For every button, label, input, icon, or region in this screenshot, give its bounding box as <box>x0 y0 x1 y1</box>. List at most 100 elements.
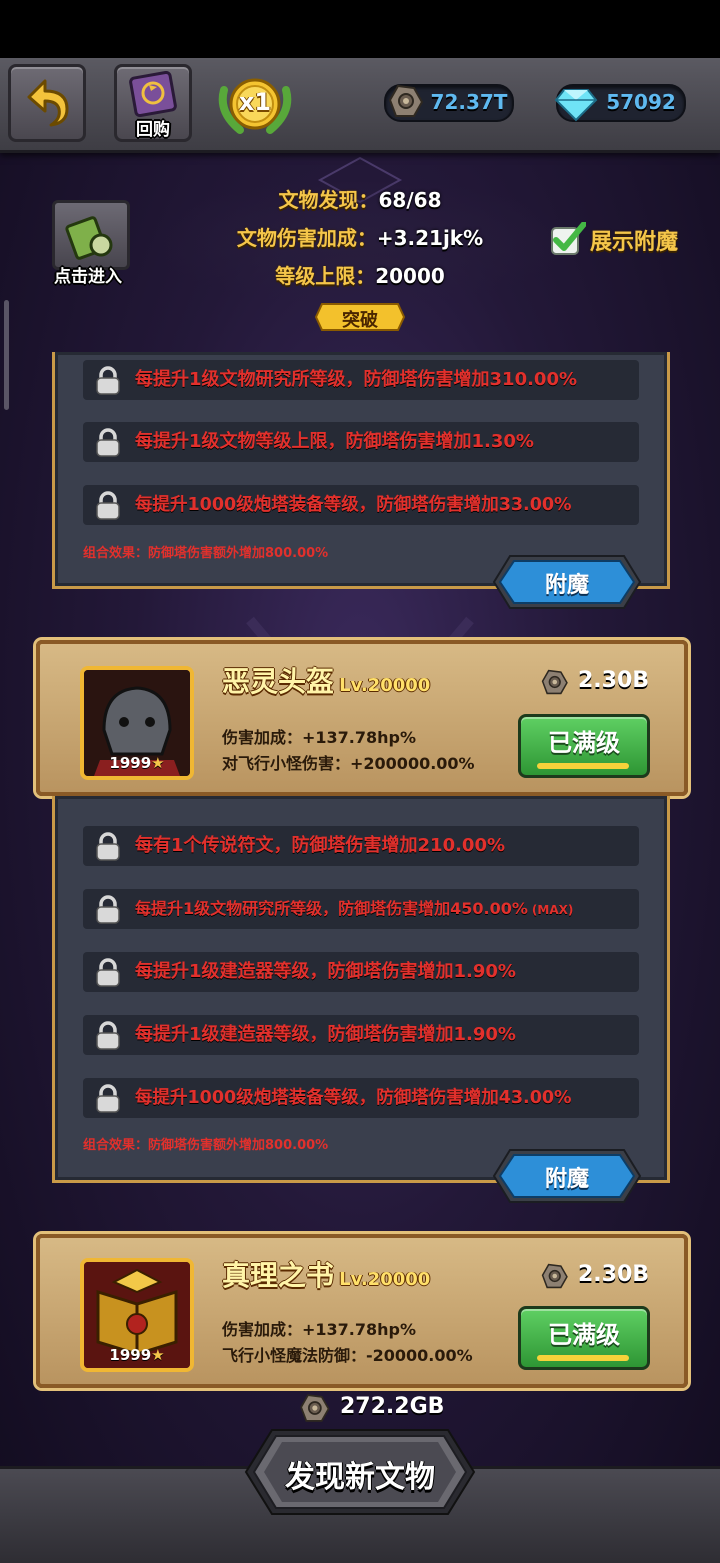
diamond-icon <box>554 89 598 122</box>
lock-icon <box>96 832 120 861</box>
combo-effect: 组合效果：防御塔伤害额外增加800.00% <box>83 546 329 561</box>
bonus-text: 每有1个传说符文，防御塔伤害增加210.00% <box>135 835 506 856</box>
ore-stone-icon <box>300 1394 330 1422</box>
codex-label: 点击进入 <box>54 267 122 287</box>
checkmark-icon <box>551 222 586 255</box>
book-recycle-icon <box>129 71 177 117</box>
damage-value: +3.21jk% <box>376 226 484 250</box>
enchant-button[interactable]: 附魔 <box>492 554 642 610</box>
buyback-label: 回购 <box>136 120 170 140</box>
discover-cost-value: 272.2GB <box>340 1394 445 1419</box>
relic-card-helmet: 1999★ 恶灵头盔 Lv.20000 2.30B 伤害加成：+137.78hp… <box>36 640 688 796</box>
speed-label: x1 <box>238 88 272 116</box>
bonus-text: 每提升1级文物研究所等级，防御塔伤害增加450.00% <box>135 899 528 918</box>
max-level-button[interactable]: 已满级 <box>518 714 650 778</box>
found-label: 文物发现： <box>278 188 379 212</box>
star-count: 1999★ <box>84 754 190 772</box>
star-icon: ★ <box>151 754 165 772</box>
top-bar: 回购 x1 72.37T 57092 <box>0 58 720 153</box>
stone-amount: 72.37T <box>430 90 508 114</box>
ore-stone-icon <box>388 84 424 117</box>
relic-stat-1: 伤害加成：+137.78hp% <box>222 1320 417 1339</box>
speed-button[interactable]: x1 <box>214 72 296 136</box>
max-level-label: 已满级 <box>548 1321 620 1349</box>
bonus-text: 每提升1级文物等级上限，防御塔伤害增加1.30% <box>135 431 534 452</box>
relic-cost: 2.30B <box>578 1262 650 1287</box>
relic-icon-frame: 1999★ <box>80 1258 194 1372</box>
lock-icon <box>96 428 120 457</box>
enchant-button[interactable]: 附魔 <box>492 1148 642 1204</box>
relic-stat-2: 飞行小怪魔法防御：-20000.00% <box>222 1346 473 1365</box>
level-cap-line: 等级上限：20000 <box>200 260 520 289</box>
level-cap-value: 20000 <box>375 264 445 288</box>
bonus-row: 每提升1000级炮塔装备等级，防御塔伤害增加33.00% <box>83 485 639 525</box>
max-level-label: 已满级 <box>548 729 620 757</box>
bonus-text: 每提升1级建造器等级，防御塔伤害增加1.90% <box>135 961 516 982</box>
buyback-button[interactable]: 回购 <box>114 64 192 142</box>
ore-stone-icon <box>541 1263 568 1289</box>
relic-name: 真理之书 <box>222 1259 335 1292</box>
scrollbar[interactable] <box>4 300 9 410</box>
lock-icon <box>96 895 120 924</box>
enchant-label: 附魔 <box>544 573 589 598</box>
enchant-panel-2: 每有1个传说符文，防御塔伤害增加210.00% 每提升1级文物研究所等级，防御塔… <box>52 796 670 1183</box>
max-level-bar <box>537 1355 629 1361</box>
star-count-value: 1999 <box>109 1346 152 1364</box>
bonus-row: 每有1个传说符文，防御塔伤害增加210.00% <box>83 826 639 866</box>
discover-label: 发现新文物 <box>285 1460 435 1495</box>
bonus-text-with-max: 每提升1级文物研究所等级，防御塔伤害增加450.00% (MAX) <box>135 889 573 930</box>
discover-relic-button[interactable]: 发现新文物 <box>244 1428 476 1516</box>
bonus-row: 每提升1级建造器等级，防御塔伤害增加1.90% <box>83 1015 639 1055</box>
relic-title: 恶灵头盔 Lv.20000 <box>222 660 430 700</box>
bonus-row: 每提升1级建造器等级，防御塔伤害增加1.90% <box>83 952 639 992</box>
bonus-text: 每提升1000级炮塔装备等级，防御塔伤害增加43.00% <box>135 1088 572 1108</box>
bonus-text: 每提升1000级炮塔装备等级，防御塔伤害增加33.00% <box>135 495 572 515</box>
undo-arrow-icon <box>27 79 69 127</box>
max-level-button[interactable]: 已满级 <box>518 1306 650 1370</box>
enchant-label: 附魔 <box>544 1167 589 1192</box>
star-icon: ★ <box>151 1346 165 1364</box>
damage-line: 文物伤害加成：+3.21jk% <box>200 222 520 251</box>
relic-level: Lv.20000 <box>339 675 431 696</box>
lock-icon <box>96 366 120 395</box>
gem-amount: 57092 <box>606 90 676 114</box>
lock-icon <box>96 1021 120 1050</box>
max-tag: (MAX) <box>531 903 574 917</box>
gem-counter: 57092 <box>554 84 686 122</box>
codex-button[interactable] <box>52 200 130 270</box>
relic-stat-2: 对飞行小怪伤害：+200000.00% <box>222 754 475 773</box>
relic-name: 恶灵头盔 <box>222 665 335 698</box>
bonus-row: 每提升1级文物等级上限，防御塔伤害增加1.30% <box>83 422 639 462</box>
max-level-bar <box>537 763 629 769</box>
stone-counter: 72.37T <box>384 84 514 122</box>
back-button[interactable] <box>8 64 86 142</box>
breakthrough-label: 突破 <box>342 310 378 331</box>
show-enchant-toggle[interactable]: 展示附魔 <box>550 220 700 258</box>
bonus-row: 每提升1级文物研究所等级，防御塔伤害增加310.00% <box>83 360 639 400</box>
lock-icon <box>96 491 120 520</box>
found-value: 68/68 <box>378 188 442 212</box>
relic-title: 真理之书 Lv.20000 <box>222 1254 430 1294</box>
ore-stone-icon <box>541 669 568 695</box>
bonus-text: 每提升1级建造器等级，防御塔伤害增加1.90% <box>135 1024 516 1045</box>
star-count-value: 1999 <box>109 754 152 772</box>
relic-cost: 2.30B <box>578 668 650 693</box>
combo-effect: 组合效果：防御塔伤害额外增加800.00% <box>83 1138 329 1153</box>
bonus-row: 每提升1级文物研究所等级，防御塔伤害增加450.00% (MAX) <box>83 889 639 929</box>
found-line: 文物发现：68/68 <box>200 184 520 213</box>
bonus-row: 每提升1000级炮塔装备等级，防御塔伤害增加43.00% <box>83 1078 639 1118</box>
relic-stat-1: 伤害加成：+137.78hp% <box>222 728 417 747</box>
star-count: 1999★ <box>84 1346 190 1364</box>
status-bar <box>0 0 720 58</box>
damage-label: 文物伤害加成： <box>236 226 377 250</box>
bonus-text: 每提升1级文物研究所等级，防御塔伤害增加310.00% <box>135 369 578 390</box>
relic-card-book: 1999★ 真理之书 Lv.20000 2.30B 伤害加成：+137.78hp… <box>36 1234 688 1388</box>
discover-cost: 272.2GB <box>296 1390 456 1424</box>
lock-icon <box>96 958 120 987</box>
relic-level: Lv.20000 <box>339 1269 431 1290</box>
lock-icon <box>96 1084 120 1113</box>
relic-icon-frame: 1999★ <box>80 666 194 780</box>
scroll-icon <box>65 216 113 260</box>
level-cap-label: 等级上限： <box>275 264 376 288</box>
breakthrough-button[interactable]: 突破 <box>314 302 406 332</box>
